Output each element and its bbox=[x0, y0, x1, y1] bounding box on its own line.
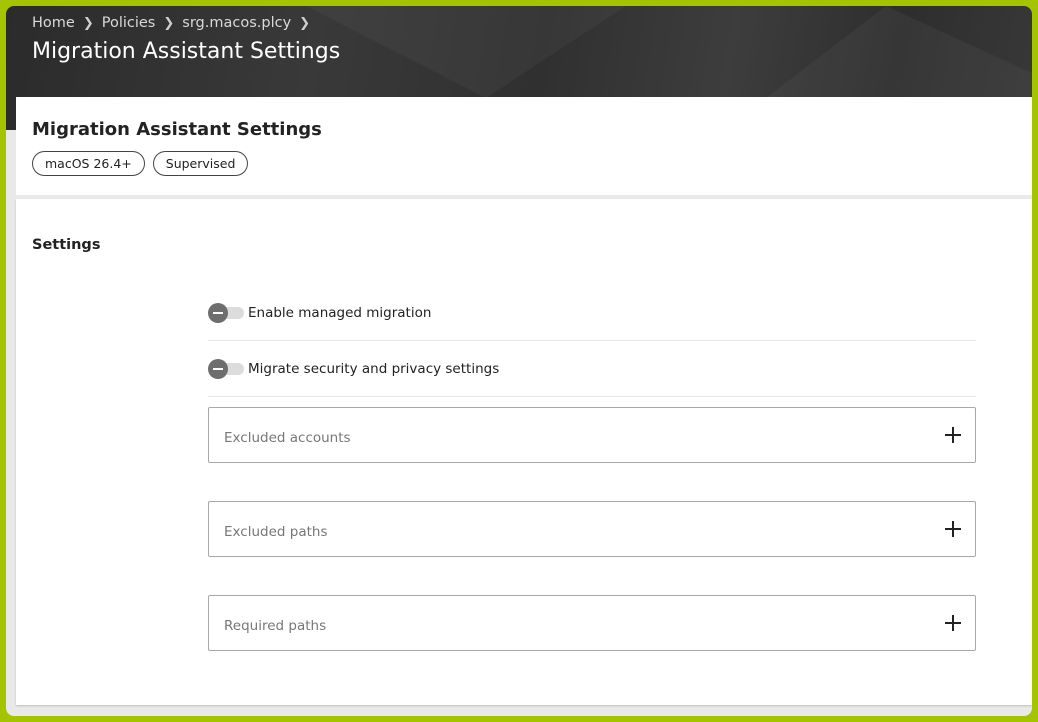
excluded-accounts-field[interactable]: Excluded accounts bbox=[208, 407, 976, 463]
breadcrumb: Home ❯ Policies ❯ srg.macos.plcy ❯ bbox=[32, 15, 318, 31]
plus-icon[interactable] bbox=[945, 427, 961, 443]
settings-card: Settings Enable managed migration Migrat… bbox=[16, 199, 1032, 705]
breadcrumb-home[interactable]: Home bbox=[32, 15, 75, 31]
page-title: Migration Assistant Settings bbox=[32, 39, 341, 64]
toggle-off-icon bbox=[208, 302, 228, 323]
field-placeholder: Excluded paths bbox=[224, 524, 328, 540]
migrate-security-privacy-toggle[interactable] bbox=[208, 358, 244, 379]
card-title: Migration Assistant Settings bbox=[32, 119, 322, 140]
required-paths-field[interactable]: Required paths bbox=[208, 595, 976, 651]
breadcrumb-policies[interactable]: Policies bbox=[102, 15, 156, 31]
migrate-security-privacy-row: Migrate security and privacy settings bbox=[208, 341, 976, 397]
breadcrumb-policy-file[interactable]: srg.macos.plcy bbox=[182, 15, 291, 31]
chevron-right-icon: ❯ bbox=[299, 15, 311, 31]
plus-icon[interactable] bbox=[945, 615, 961, 631]
enable-managed-migration-row: Enable managed migration bbox=[208, 285, 976, 341]
enable-managed-migration-toggle[interactable] bbox=[208, 302, 244, 323]
excluded-paths-field[interactable]: Excluded paths bbox=[208, 501, 976, 557]
toggle-label: Migrate security and privacy settings bbox=[248, 360, 500, 377]
chevron-right-icon: ❯ bbox=[82, 15, 94, 31]
app-window: Home ❯ Policies ❯ srg.macos.plcy ❯ Migra… bbox=[6, 6, 1032, 716]
tag-list: macOS 26.4+ Supervised bbox=[32, 151, 249, 176]
toggle-off-icon bbox=[208, 358, 228, 379]
toggle-label: Enable managed migration bbox=[248, 304, 432, 321]
chevron-right-icon: ❯ bbox=[163, 15, 175, 31]
os-version-tag: macOS 26.4+ bbox=[32, 151, 145, 176]
supervised-tag: Supervised bbox=[152, 151, 249, 176]
plus-icon[interactable] bbox=[945, 521, 961, 537]
settings-section-title: Settings bbox=[32, 237, 101, 253]
field-placeholder: Excluded accounts bbox=[224, 430, 351, 446]
field-placeholder: Required paths bbox=[224, 618, 327, 634]
policy-summary-card: Migration Assistant Settings macOS 26.4+… bbox=[16, 97, 1032, 195]
